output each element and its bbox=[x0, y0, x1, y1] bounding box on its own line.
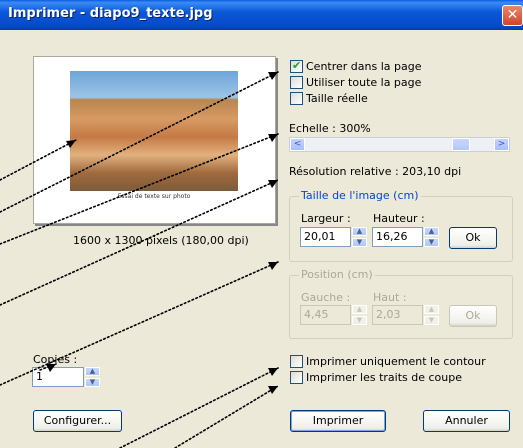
spin-down-icon[interactable]: ▼ bbox=[352, 316, 367, 325]
center-label: Centrer dans la page bbox=[306, 60, 422, 73]
contour-label: Imprimer uniquement le contour bbox=[306, 355, 486, 368]
scroll-right-icon[interactable]: > bbox=[494, 138, 509, 151]
spin-up-icon[interactable]: ▲ bbox=[424, 305, 439, 314]
copies-stepper[interactable]: ▲ ▼ bbox=[85, 367, 100, 387]
photo-caption: Essai de texte sur photo bbox=[70, 191, 238, 203]
resolution-label: Résolution relative : 203,10 dpi bbox=[289, 165, 462, 178]
arrow-head bbox=[268, 262, 278, 270]
print-dialog: Imprimer - diapo9_texte.jpg ✕ Essai de t… bbox=[0, 0, 523, 448]
arrow-head bbox=[268, 386, 278, 394]
width-label: Largeur : bbox=[301, 212, 351, 225]
print-preview: Essai de texte sur photo bbox=[33, 56, 276, 224]
height-label: Hauteur : bbox=[373, 212, 425, 225]
full-page-label: Utiliser toute la page bbox=[306, 76, 422, 89]
arrow-head bbox=[268, 368, 278, 376]
spin-down-icon[interactable]: ▼ bbox=[424, 238, 439, 247]
cut-marks-label: Imprimer les traits de coupe bbox=[306, 371, 462, 384]
configure-button[interactable]: Configurer... bbox=[33, 410, 122, 432]
scale-label: Echelle : 300% bbox=[289, 122, 371, 135]
position-legend: Position (cm) bbox=[299, 268, 375, 281]
top-stepper[interactable]: ▲ ▼ bbox=[424, 305, 439, 325]
cut-marks-checkbox[interactable] bbox=[290, 371, 303, 384]
spin-up-icon[interactable]: ▲ bbox=[352, 227, 367, 236]
size-ok-button[interactable]: Ok bbox=[449, 227, 497, 249]
cancel-button[interactable]: Annuler bbox=[423, 410, 510, 432]
spin-up-icon[interactable]: ▲ bbox=[352, 305, 367, 314]
width-input[interactable]: 20,01 bbox=[300, 227, 351, 247]
width-stepper[interactable]: ▲ ▼ bbox=[352, 227, 367, 247]
height-stepper[interactable]: ▲ ▼ bbox=[424, 227, 439, 247]
image-dimensions: 1600 x 1300 pixels (180,00 dpi) bbox=[73, 234, 249, 247]
copies-label: Copies : bbox=[33, 353, 78, 366]
copies-input[interactable]: 1 bbox=[32, 367, 84, 387]
actual-size-checkbox[interactable] bbox=[290, 92, 303, 105]
pointer-line bbox=[174, 385, 279, 448]
left-label: Gauche : bbox=[301, 291, 351, 304]
image-size-legend: Taille de l'image (cm) bbox=[299, 189, 421, 202]
spin-down-icon[interactable]: ▼ bbox=[424, 316, 439, 325]
title-bar[interactable]: Imprimer - diapo9_texte.jpg ✕ bbox=[0, 0, 523, 30]
top-input[interactable]: 2,03 bbox=[372, 305, 423, 325]
height-input[interactable]: 16,26 bbox=[372, 227, 423, 247]
photo-thumbnail bbox=[70, 71, 238, 191]
contour-checkbox[interactable] bbox=[290, 355, 303, 368]
scroll-left-icon[interactable]: < bbox=[290, 138, 305, 151]
center-checkbox[interactable] bbox=[290, 59, 303, 73]
print-button[interactable]: Imprimer bbox=[290, 410, 386, 432]
actual-size-label: Taille réelle bbox=[306, 92, 368, 105]
close-button[interactable]: ✕ bbox=[502, 5, 523, 26]
top-label: Haut : bbox=[373, 291, 407, 304]
spin-down-icon[interactable]: ▼ bbox=[85, 378, 100, 387]
left-stepper[interactable]: ▲ ▼ bbox=[352, 305, 367, 325]
close-icon: ✕ bbox=[506, 7, 519, 23]
spin-up-icon[interactable]: ▲ bbox=[85, 367, 100, 376]
full-page-checkbox[interactable] bbox=[290, 76, 303, 89]
left-input[interactable]: 4,45 bbox=[300, 305, 351, 325]
scale-thumb[interactable] bbox=[452, 138, 470, 151]
spin-up-icon[interactable]: ▲ bbox=[424, 227, 439, 236]
position-ok-button[interactable]: Ok bbox=[449, 305, 497, 327]
scale-slider[interactable]: < > bbox=[289, 137, 510, 152]
window-title: Imprimer - diapo9_texte.jpg bbox=[8, 6, 213, 21]
pointer-line bbox=[119, 367, 279, 448]
spin-down-icon[interactable]: ▼ bbox=[352, 238, 367, 247]
